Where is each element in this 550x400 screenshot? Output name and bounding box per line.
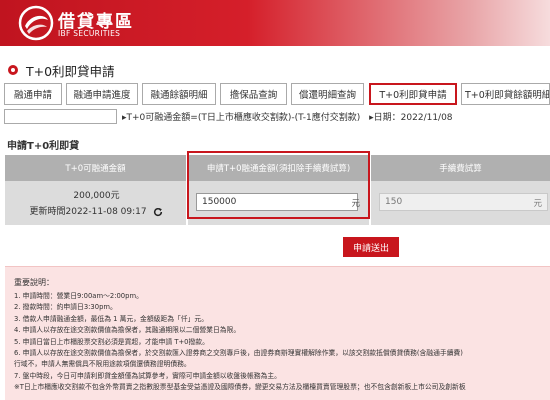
tab-collateral-query[interactable]: 擔保品查詢 [220, 83, 287, 105]
fee-cell: 150 元 [371, 181, 550, 225]
title-bullet-icon [8, 65, 18, 75]
note-item: 3. 借款人申請融通金額，最低為 1 萬元，金額級距為「仟」元。 [14, 314, 209, 323]
tab-financing-progress[interactable]: 融通申請進度 [66, 83, 138, 105]
page-title: T+0利即貸申請 [26, 63, 115, 79]
section-title: 申請T+0利即貸 [7, 141, 80, 152]
account-field[interactable] [4, 109, 117, 124]
important-notes: 重要說明： 1. 申請時間：營業日9:00am～2:00pm。 2. 撥款時間：… [5, 266, 550, 400]
refresh-icon[interactable] [153, 207, 163, 217]
available-formula-text: ▸T+0可融通金額=(T日上市櫃應收交割款)-(T-1應付交割款) [122, 113, 361, 123]
tab-t0-balance[interactable]: T+0利即貸餘額明細 [461, 83, 550, 105]
tab-t0-application[interactable]: T+0利即貸申請 [369, 83, 457, 105]
header-fee: 手續費試算 [371, 155, 550, 181]
tab-financing-application[interactable]: 融通申請 [4, 83, 62, 105]
note-item: 6. 申請人以存放在途交割款價值為擔保者，於交割款匯入證券商之交割專戶後，由證券… [14, 349, 463, 358]
note-item: 7. 盤中時段，今日可申請利即貸金額僅為試算參考，實際可申請金額以收盤後帳務為主… [14, 371, 281, 380]
tab-repayment-query[interactable]: 償還明細查詢 [291, 83, 364, 105]
tab-financing-balance[interactable]: 融通餘額明細 [142, 83, 216, 105]
header-available: T+0可融通金額 [5, 155, 186, 181]
tab-bar: 融通申請 融通申請進度 融通餘額明細 擔保品查詢 償還明細查詢 T+0利即貸申請… [0, 83, 550, 105]
updated-time: 更新時間2022-11-08 09:17 [29, 207, 147, 217]
note-item: 4. 申請人以存放在途交割款價值為擔保者，其融通期限以二個營業日為限。 [14, 326, 241, 335]
date-text: ▸日期：2022/11/08 [369, 113, 453, 123]
notes-title: 重要說明： [14, 278, 54, 287]
app-header: 借貸專區 IBF SECURITIES [0, 0, 550, 46]
available-amount: 200,000元 [73, 191, 120, 201]
fee-unit: 元 [533, 199, 542, 209]
available-cell: 200,000元 更新時間2022-11-08 09:17 [5, 181, 186, 225]
submit-button[interactable]: 申請送出 [343, 237, 399, 257]
fee-estimate-field: 150 [379, 193, 548, 211]
brand-subtitle: IBF SECURITIES [58, 29, 121, 38]
note-item: 5. 申請日當日上市櫃股票交割必須是買超，才能申請 T+0撥款。 [14, 337, 209, 346]
page-title-row: T+0利即貸申請 [8, 63, 115, 79]
note-item: 2. 撥款時間：約申請日3:30pm。 [14, 303, 117, 312]
ibf-logo-icon [18, 5, 54, 41]
updated-time-row: 更新時間2022-11-08 09:17 [5, 204, 188, 217]
note-item: ※T日上市櫃應收交割款不包含外幣買賣之指數股票型基金受益憑證及國際債券，變更交易… [14, 383, 466, 392]
note-item: 1. 申請時間：營業日9:00am～2:00pm。 [14, 292, 143, 300]
note-item: 行域不，申請人無需償具不限用途款項償還債務證明債務。 [14, 360, 191, 369]
info-line: ▸T+0可融通金額=(T日上市櫃應收交割款)-(T-1應付交割款) ▸日期：20… [122, 110, 453, 123]
apply-amount-highlight [187, 151, 370, 219]
